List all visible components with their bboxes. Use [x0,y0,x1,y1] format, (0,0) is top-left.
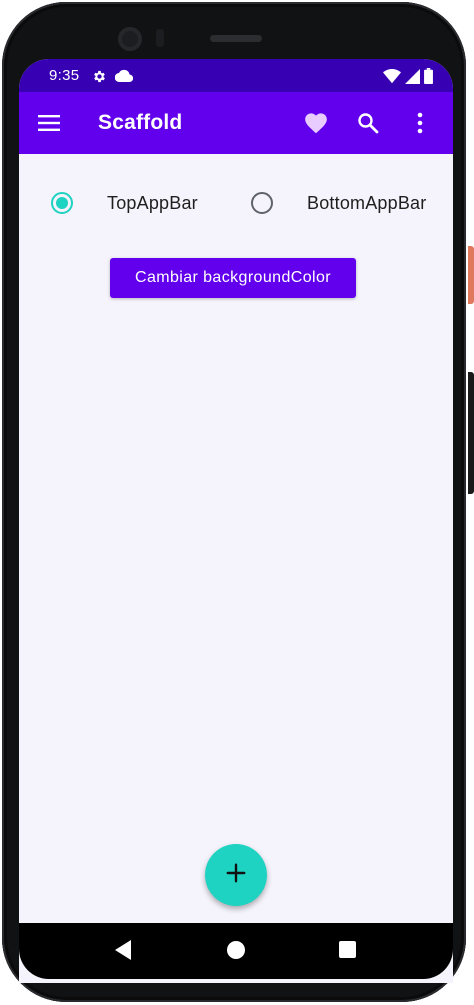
add-fab-button[interactable] [205,844,267,906]
front-camera [118,27,142,51]
recents-square-icon[interactable] [339,941,356,958]
status-indicators [383,68,433,89]
top-app-bar: Scaffold [19,92,453,154]
proximity-sensor [156,29,164,47]
change-background-color-button[interactable]: Cambiar backgroundColor [110,258,356,298]
radio-option-topappbar[interactable]: TopAppBar [51,187,198,219]
settings-gear-icon [92,69,107,89]
add-icon [225,862,247,889]
volume-button [468,372,474,494]
radio-option-bottomappbar[interactable]: BottomAppBar [251,187,426,219]
home-circle-icon[interactable] [227,941,245,959]
system-navigation-bar [19,923,453,979]
radio-unchecked-icon[interactable] [251,192,273,214]
wifi-icon [383,68,401,89]
battery-icon [424,68,433,89]
cellular-signal-icon [405,68,420,89]
radio-label-topappbar: TopAppBar [107,192,198,213]
search-icon[interactable] [356,111,380,140]
more-vert-icon[interactable] [412,111,428,140]
radio-label-bottomappbar: BottomAppBar [307,192,427,213]
app-screen: 9:35 Scaffold TopAppBar BottomAppBar Cam… [19,59,453,983]
status-time: 9:35 [49,67,80,84]
radio-checked-icon[interactable] [51,192,73,214]
earpiece-speaker [210,35,262,42]
power-button [468,246,474,304]
cloud-icon [114,69,134,88]
status-bar: 9:35 [19,59,453,92]
back-triangle-icon[interactable] [115,940,131,965]
menu-icon[interactable] [37,111,61,135]
app-bar-title: Scaffold [98,111,183,134]
favorite-heart-icon[interactable] [303,110,329,139]
